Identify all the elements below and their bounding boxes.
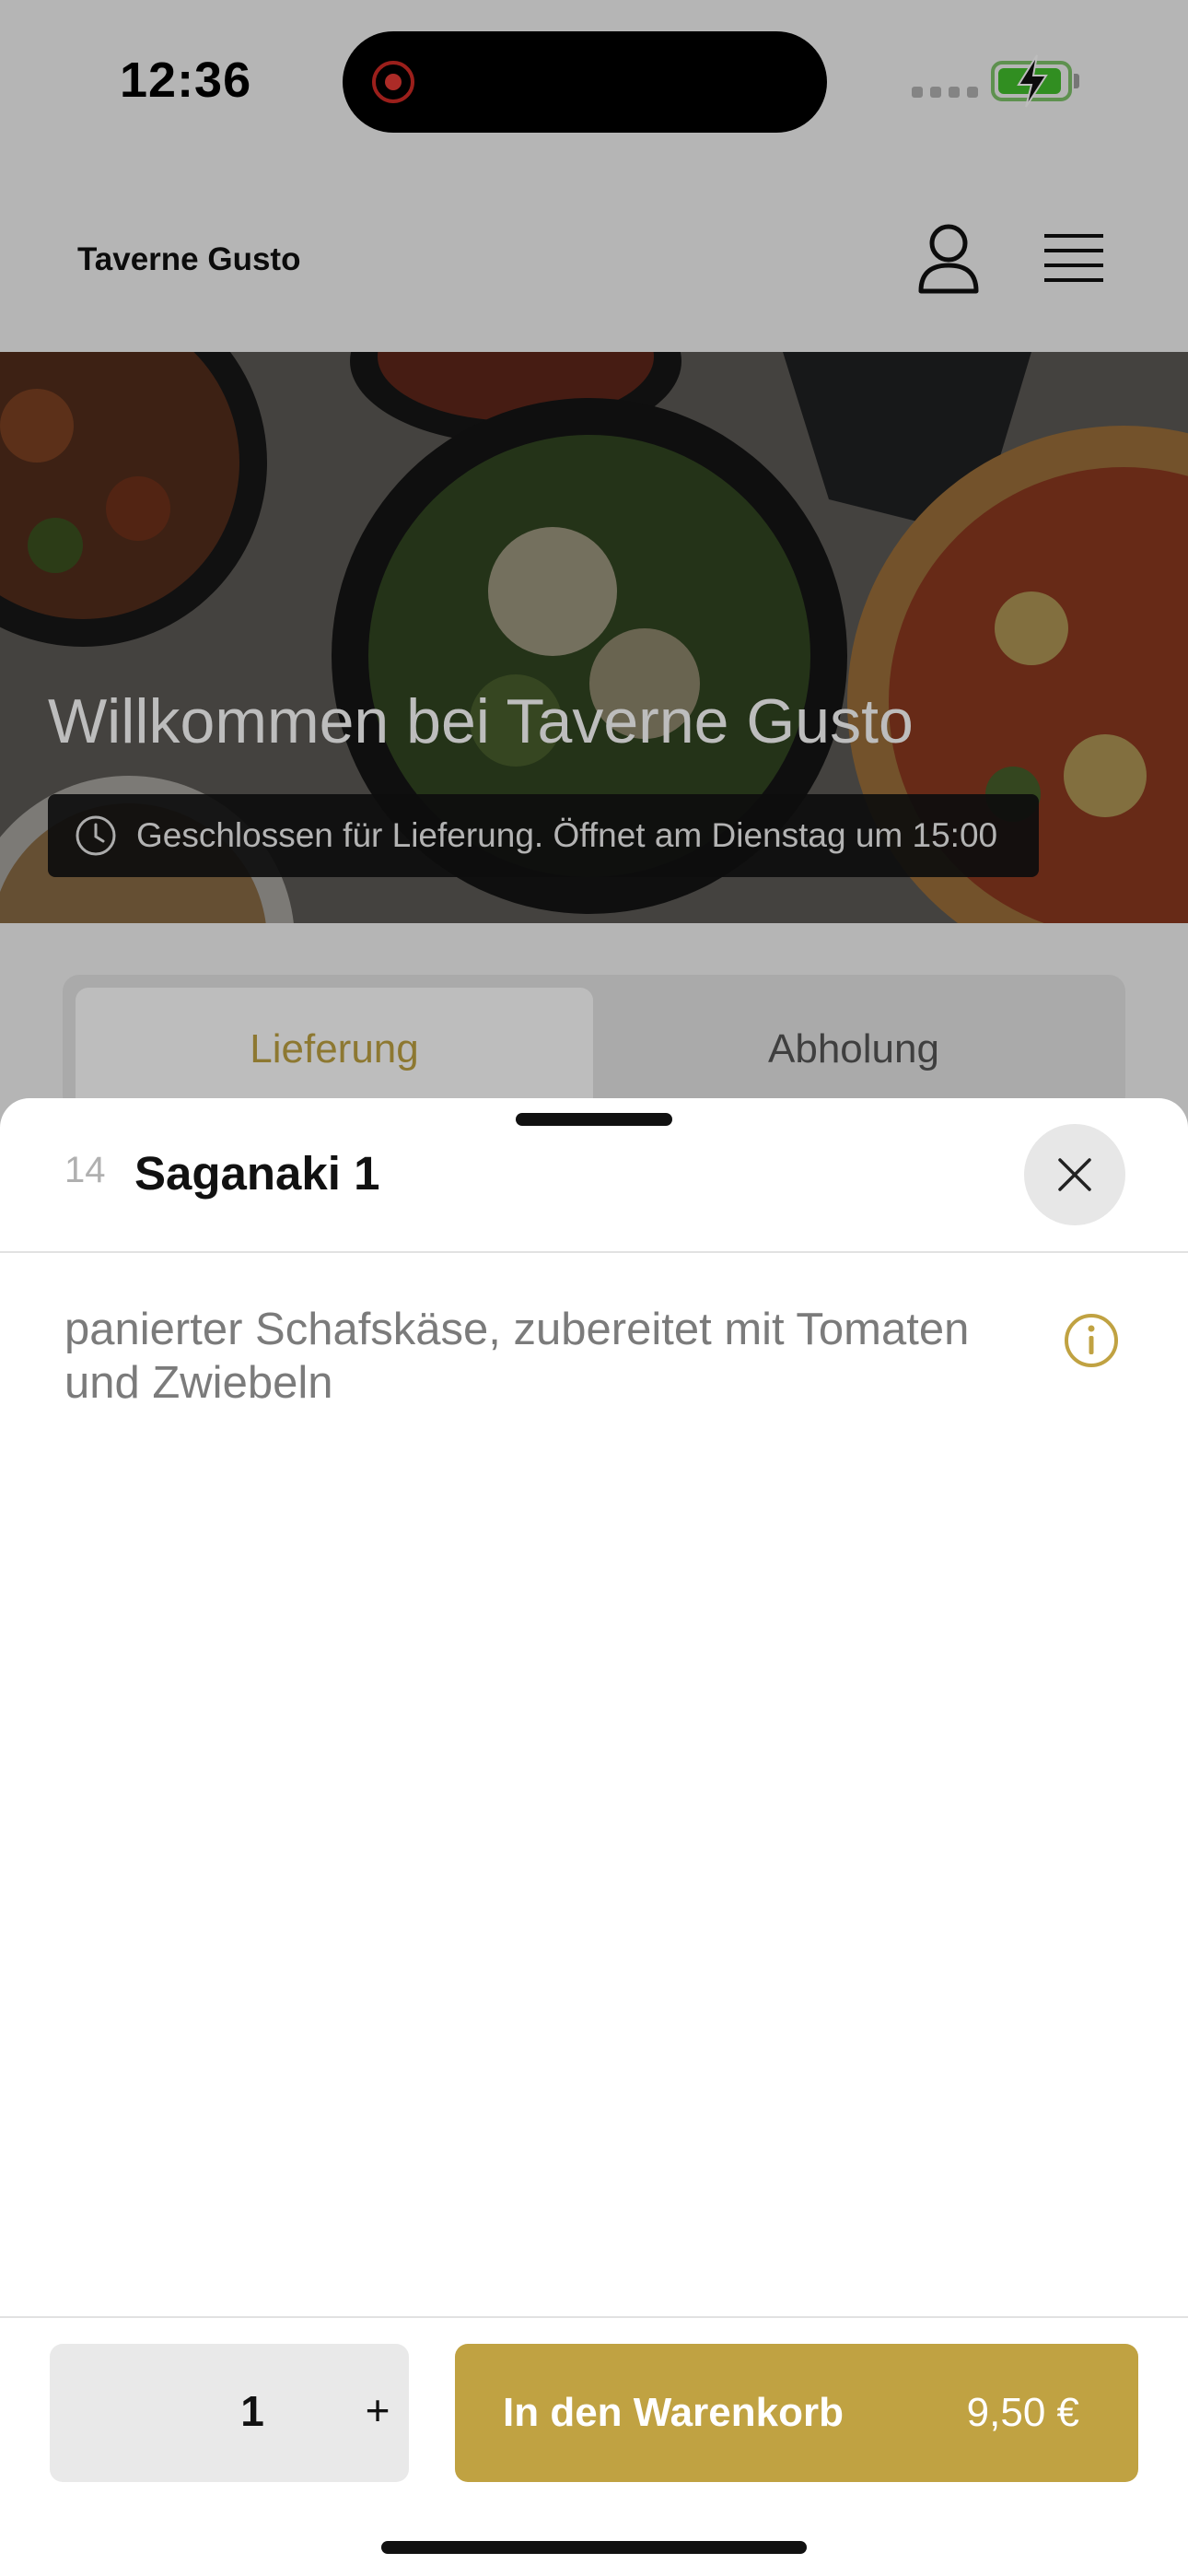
add-to-cart-label: In den Warenkorb — [503, 2390, 844, 2435]
quantity-stepper: 1 + — [50, 2344, 409, 2482]
quantity-increase-button[interactable]: + — [350, 2385, 405, 2435]
close-button[interactable] — [1024, 1124, 1125, 1225]
item-number: 14 — [64, 1150, 106, 1190]
item-price: 9,50 € — [966, 2390, 1079, 2435]
add-to-cart-button[interactable]: In den Warenkorb 9,50 € — [455, 2344, 1138, 2482]
item-description: panierter Schafskäse, zubereitet mit Tom… — [64, 1305, 970, 1408]
close-icon — [1058, 1158, 1091, 1191]
quantity-value: 1 — [240, 2387, 264, 2435]
home-indicator — [381, 2541, 807, 2554]
sheet-grabber-handle[interactable] — [516, 1113, 672, 1126]
item-detail-sheet: 14 Saganaki 1 panierter Schafskäse, zube… — [0, 1098, 1188, 2576]
footer-divider — [0, 2316, 1188, 2318]
sheet-header-divider — [0, 1251, 1188, 1253]
item-title: Saganaki 1 — [134, 1147, 380, 1200]
info-icon[interactable] — [1063, 1312, 1120, 1369]
